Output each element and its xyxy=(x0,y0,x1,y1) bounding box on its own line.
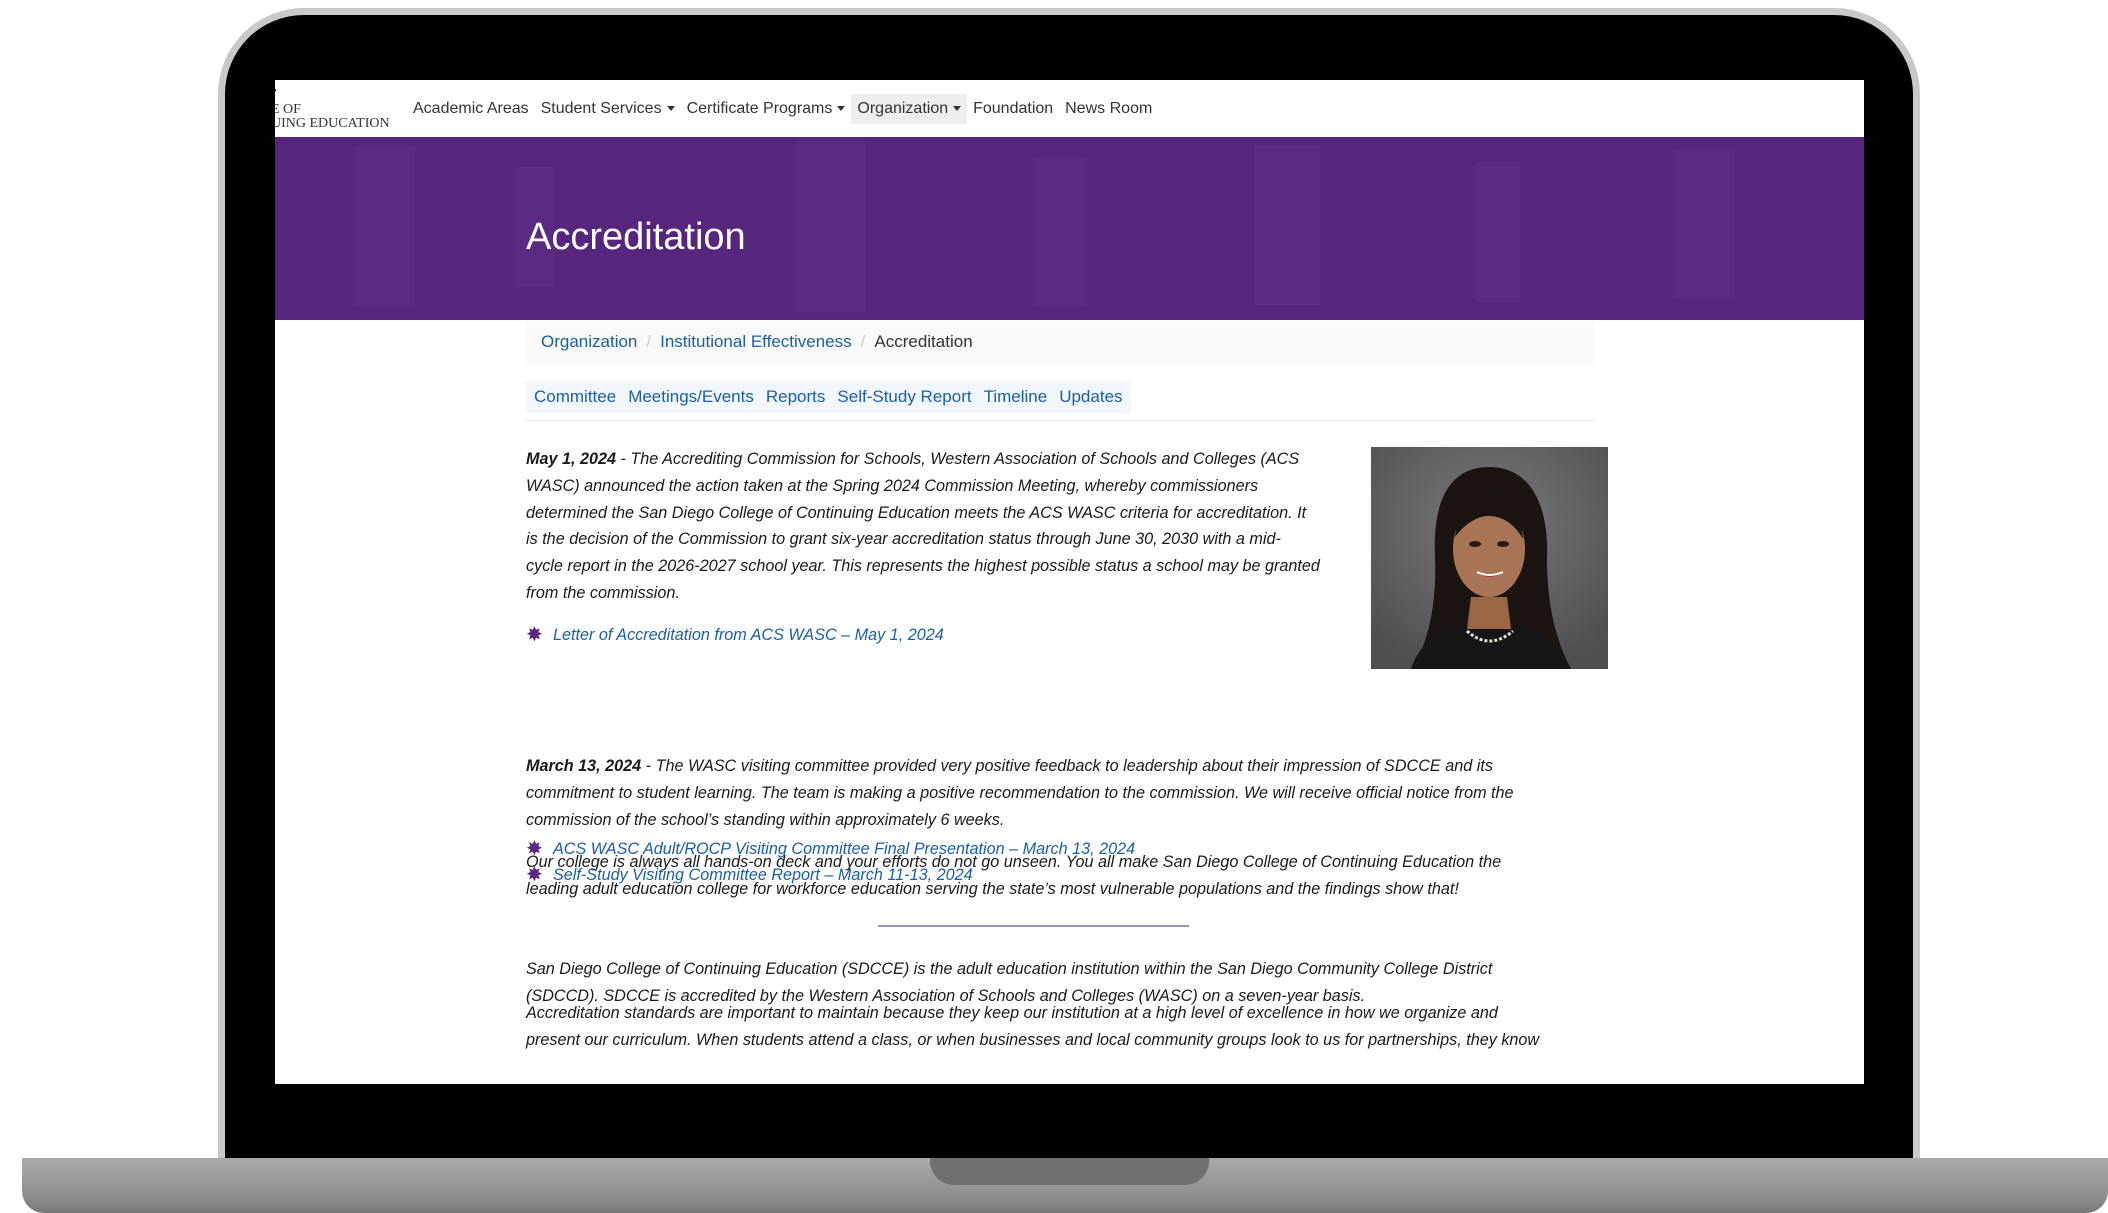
text-line: Accreditation standards are important to… xyxy=(526,1004,1498,1022)
announcement-date: March 13, 2024 xyxy=(526,757,642,775)
nav-organization[interactable]: Organization xyxy=(851,94,968,124)
nav-certificate-programs[interactable]: Certificate Programs xyxy=(681,94,852,124)
nav-news-room[interactable]: News Room xyxy=(1059,94,1158,124)
announcement-date: May 1, 2024 xyxy=(526,450,616,468)
portrait-illustration xyxy=(1371,447,1608,669)
starburst-bullet-icon: ✸ xyxy=(526,864,543,886)
announcement-may-2024: May 1, 2024 - The Accrediting Commission… xyxy=(526,446,1320,607)
page-banner xyxy=(275,137,1864,320)
visiting-committee-presentation-link[interactable]: ✸ ACS WASC Adult/ROCP Visiting Committee… xyxy=(526,839,1135,859)
tab-updates[interactable]: Updates xyxy=(1053,381,1128,413)
caret-down-icon xyxy=(837,106,846,112)
text-line: commitment to student learning. The team… xyxy=(526,783,1514,802)
letter-of-accreditation-link[interactable]: ✸ Letter of Accreditation from ACS WASC … xyxy=(526,625,944,645)
logo-line-2: UING EDUCATION xyxy=(275,116,390,131)
link-text[interactable]: Self-Study Visiting Committee Report – M… xyxy=(553,866,973,885)
breadcrumb-current: Accreditation xyxy=(874,332,973,351)
nav-label: Organization xyxy=(857,100,949,117)
caret-down-icon xyxy=(953,106,962,112)
accreditation-standards-paragraph: Accreditation standards are important to… xyxy=(526,1000,1539,1054)
caret-down-icon xyxy=(666,106,675,112)
text-line: determined the San Diego College of Cont… xyxy=(526,503,1307,522)
text-line: San Diego College of Continuing Educatio… xyxy=(526,960,1493,978)
logo-line-1: E OF xyxy=(275,102,301,117)
text-line: commission of the school’s standing with… xyxy=(526,810,1005,829)
text-line: present our curriculum. When students at… xyxy=(526,1030,1540,1049)
breadcrumb-institutional-effectiveness[interactable]: Institutional Effectiveness xyxy=(660,332,852,352)
section-divider xyxy=(878,925,1189,927)
breadcrumb-separator: / xyxy=(646,332,652,351)
breadcrumb-organization[interactable]: Organization xyxy=(541,332,637,352)
text-line: from the commission. xyxy=(526,583,680,602)
text-line-body: - The Accrediting Commission for Schools… xyxy=(616,450,1300,468)
nav-student-services[interactable]: Student Services xyxy=(535,94,681,124)
tab-committee[interactable]: Committee xyxy=(528,381,622,413)
top-nav: • E OF UING EDUCATION Academic Areas Stu… xyxy=(275,80,1864,137)
main-menu: Academic Areas Student Services Certific… xyxy=(407,94,1158,124)
text-line: cycle report in the 2026-2027 school yea… xyxy=(526,557,1320,576)
tab-strip: Committee Meetings/Events Reports Self-S… xyxy=(526,381,1131,413)
tab-meetings-events[interactable]: Meetings/Events xyxy=(622,381,760,413)
nav-label: Foundation xyxy=(973,100,1054,117)
tab-reports[interactable]: Reports xyxy=(760,381,832,413)
announcement-march-2024: March 13, 2024 - The WASC visiting commi… xyxy=(526,753,1514,833)
tab-self-study-report[interactable]: Self-Study Report xyxy=(831,381,977,413)
nav-academic-areas[interactable]: Academic Areas xyxy=(407,94,535,124)
section-tabs: Committee Meetings/Events Reports Self-S… xyxy=(526,381,1594,421)
nav-foundation[interactable]: Foundation xyxy=(967,94,1059,124)
banner-texture xyxy=(275,137,1864,320)
college-logo[interactable]: • E OF UING EDUCATION xyxy=(275,86,391,131)
starburst-bullet-icon: ✸ xyxy=(526,838,543,860)
breadcrumb-separator: / xyxy=(860,332,866,351)
starburst-bullet-icon: ✸ xyxy=(526,624,543,646)
nav-label: Academic Areas xyxy=(413,100,529,117)
text-line: WASC) announced the action taken at the … xyxy=(526,476,1259,495)
portrait-photo xyxy=(1371,447,1608,669)
self-study-report-link[interactable]: ✸ Self-Study Visiting Committee Report –… xyxy=(526,865,973,885)
breadcrumb: Organization / Institutional Effectivene… xyxy=(526,321,1594,363)
text-line: May 1, 2024 - The Accrediting Commission… xyxy=(526,446,1320,473)
nav-label: News Room xyxy=(1065,100,1153,117)
nav-label: Student Services xyxy=(540,100,662,117)
browser-viewport: • E OF UING EDUCATION Academic Areas Stu… xyxy=(275,80,1864,1084)
page-title: Accreditation xyxy=(526,216,746,258)
laptop-notch xyxy=(930,1158,1209,1185)
text-line: March 13, 2024 - The WASC visiting commi… xyxy=(526,753,1514,780)
nav-label: Certificate Programs xyxy=(686,100,833,117)
tab-timeline[interactable]: Timeline xyxy=(978,381,1054,413)
link-text[interactable]: ACS WASC Adult/ROCP Visiting Committee F… xyxy=(553,840,1135,859)
link-text[interactable]: Letter of Accreditation from ACS WASC – … xyxy=(553,626,944,645)
logo-mark: • xyxy=(275,86,277,97)
text-line-body: - The WASC visiting committee provided v… xyxy=(641,757,1493,775)
text-line: is the decision of the Commission to gra… xyxy=(526,530,1281,549)
